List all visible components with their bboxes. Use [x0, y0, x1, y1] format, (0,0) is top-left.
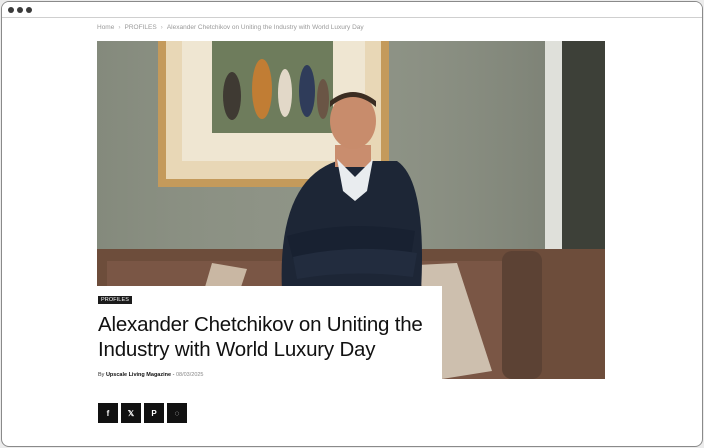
window-control-dot[interactable] — [26, 6, 32, 13]
facebook-icon: f — [106, 408, 110, 418]
breadcrumb-separator: › — [118, 24, 121, 31]
date-separator: - — [172, 372, 175, 378]
article-header-card: PROFILES Alexander Chetchikov on Uniting… — [97, 286, 442, 379]
category-badge[interactable]: PROFILES — [98, 296, 133, 304]
author-link[interactable]: Upscale Living Magazine — [106, 372, 171, 378]
facebook-share-button[interactable]: f — [98, 403, 118, 423]
x-icon: 𝕏 — [127, 408, 135, 418]
whatsapp-share-button[interactable]: ◌ — [167, 403, 187, 423]
publish-date: 08/03/2025 — [175, 372, 204, 378]
breadcrumb-separator: › — [160, 24, 163, 31]
breadcrumb-current: Alexander Chetchikov on Uniting the Indu… — [166, 24, 364, 31]
window-titlebar — [2, 2, 702, 18]
pinterest-icon: P — [151, 408, 157, 418]
window-control-dot[interactable] — [17, 6, 23, 13]
x-share-button[interactable]: 𝕏 — [121, 403, 141, 423]
article-meta: By Upscale Living Magazine - 08/03/2025 — [98, 372, 204, 378]
by-label: By — [98, 372, 105, 378]
window-control-dot[interactable] — [8, 6, 14, 13]
breadcrumb-home-link[interactable]: Home — [97, 24, 114, 31]
whatsapp-icon: ◌ — [174, 408, 180, 418]
share-buttons: f 𝕏 P ◌ — [98, 403, 187, 423]
breadcrumb-section-link[interactable]: PROFILES — [125, 24, 157, 31]
pinterest-share-button[interactable]: P — [144, 403, 164, 423]
breadcrumb: Home › PROFILES › Alexander Chetchikov o… — [97, 24, 364, 31]
article-title: Alexander Chetchikov on Uniting the Indu… — [98, 313, 423, 361]
